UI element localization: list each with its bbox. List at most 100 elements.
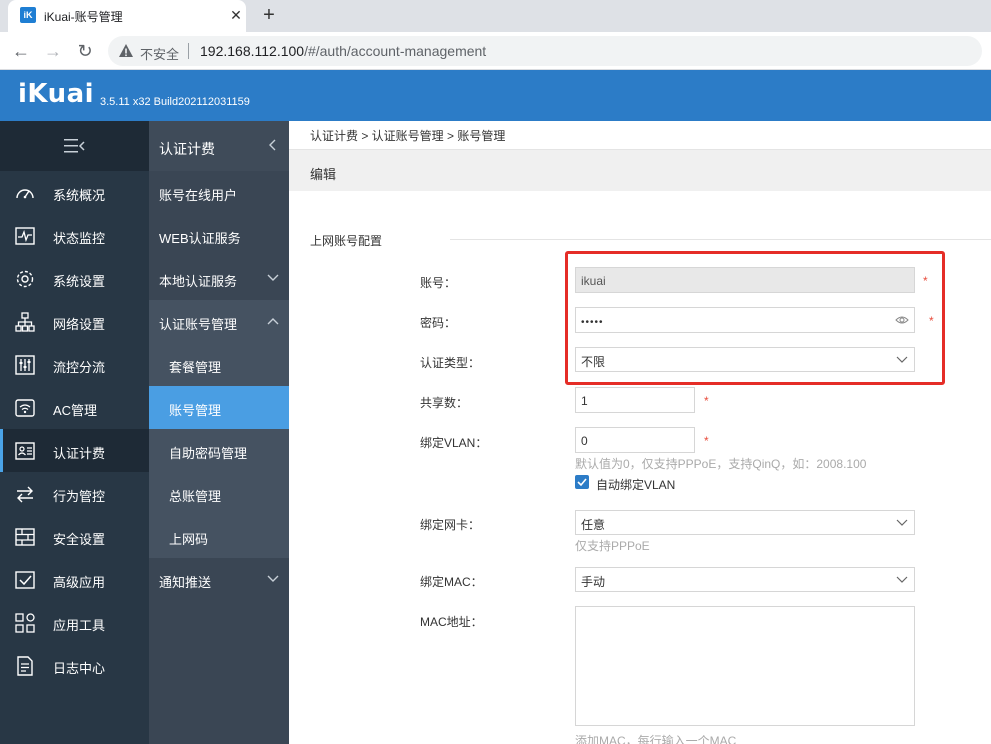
sub-item-notify[interactable]: 通知推送 [149,558,289,601]
warning-triangle-icon [119,44,133,57]
sub-item-account-mgmt[interactable]: 账号管理 [149,386,289,429]
sub-item-label: 套餐管理 [169,360,222,375]
mac-bind-label: 绑定MAC： [420,575,483,589]
auto-vlan-label[interactable]: 自动绑定VLAN [596,476,675,493]
page-title: 编辑 [310,167,337,182]
sidebar-item-logs[interactable]: 日志中心 [0,644,149,687]
sidebar-collapse-button[interactable] [0,121,149,171]
required-mark: * [704,434,709,448]
check-icon [577,478,587,487]
chevron-down-icon [896,576,908,583]
back-arrow-icon[interactable]: ← [10,40,32,62]
section-title: 上网账号配置 [310,234,383,248]
nic-hint: 仅支持PPPoE [575,539,650,553]
sidebar-item-behavior[interactable]: 行为管控 [0,472,149,515]
gear-icon [16,270,34,288]
sub-item-access-code[interactable]: 上网码 [149,515,289,558]
mac-address-label: MAC地址： [420,615,483,629]
sidebar-item-label: 状态监控 [53,231,106,246]
chevron-up-icon [267,318,279,325]
sidebar-item-network[interactable]: 网络设置 [0,300,149,343]
arrows-icon [17,486,33,503]
log-icon [17,656,33,676]
monitor-icon [15,227,35,245]
sub-sidebar-header[interactable]: 认证计费 [149,121,289,171]
sidebar-item-label: 应用工具 [53,618,106,633]
sidebar-item-settings[interactable]: 系统设置 [0,257,149,300]
section-divider [450,239,991,240]
sidebar-item-ac[interactable]: AC管理 [0,386,149,429]
chevron-down-icon [896,519,908,526]
chevron-down-icon [267,575,279,582]
firewall-icon [15,528,35,546]
wifi-icon [15,399,35,417]
tools-icon [15,613,35,633]
browser-tab-bar: iK iKuai-账号管理 ✕ + [0,0,991,32]
close-icon[interactable]: ✕ [228,7,244,23]
sidebar-item-flow[interactable]: 流控分流 [0,343,149,386]
dashboard-icon [16,189,34,199]
sub-item-web-auth[interactable]: WEB认证服务 [149,214,289,257]
new-tab-plus-icon[interactable]: + [258,4,280,26]
share-count-input[interactable]: 1 [575,387,695,413]
sub-item-self-password[interactable]: 自助密码管理 [149,429,289,472]
main-sidebar: 系统概况 状态监控 系统设置 网络设置 流控分流 AC管理 认证计费 行为管控 … [0,121,149,744]
chevron-down-icon [267,274,279,281]
required-mark: * [704,394,709,408]
ikuai-logo: iKuai [18,79,95,109]
chevron-left-icon[interactable] [267,137,279,153]
vlan-input[interactable]: 0 [575,427,695,453]
menu-collapse-icon [64,139,85,153]
mac-address-hint: 添加MAC，每行输入一个MAC [575,734,737,744]
sidebar-item-overview[interactable]: 系统概况 [0,171,149,214]
sub-item-label: 认证账号管理 [159,317,238,332]
sub-item-online-users[interactable]: 账号在线用户 [149,171,289,214]
vlan-hint: 默认值为0，仅支持PPPoE，支持QinQ，如：2008.100 [575,457,867,471]
sidebar-item-monitor[interactable]: 状态监控 [0,214,149,257]
tab-title: iKuai-账号管理 [44,10,123,24]
vlan-label: 绑定VLAN： [420,436,488,450]
auto-vlan-checkbox[interactable] [575,475,589,489]
url-path: /#/auth/account-management [304,43,487,59]
id-card-icon [15,442,35,460]
password-label: 密码： [420,316,457,330]
network-icon [15,312,35,332]
sidebar-item-label: 认证计费 [53,446,106,461]
sidebar-item-label: 网络设置 [53,317,106,332]
sub-item-label: 账号在线用户 [159,188,238,203]
mac-bind-select[interactable]: 手动 [575,567,915,592]
sub-item-ledger[interactable]: 总账管理 [149,472,289,515]
sub-item-package-mgmt[interactable]: 套餐管理 [149,343,289,386]
url-input[interactable]: 不安全 192.168.112.100/#/auth/account-manag… [108,36,982,66]
sliders-icon [15,355,35,375]
mac-address-textarea[interactable] [575,606,915,726]
reload-icon[interactable]: ↻ [74,40,96,62]
sidebar-item-security[interactable]: 安全设置 [0,515,149,558]
sub-sidebar: 认证计费 账号在线用户 WEB认证服务 本地认证服务 认证账号管理 套餐管理 账… [149,121,289,744]
url-divider [188,43,189,59]
sidebar-item-auth-billing[interactable]: 认证计费 [0,429,149,472]
highlight-annotation-box [565,251,945,385]
ikuai-favicon-icon: iK [20,7,36,23]
sub-item-label: 自助密码管理 [169,446,248,461]
sidebar-item-advanced[interactable]: 高级应用 [0,558,149,601]
sidebar-item-label: 高级应用 [53,575,106,590]
main-content: 认证计费 > 认证账号管理 > 账号管理 编辑 上网账号配置 账号： ikuai… [289,121,991,744]
nic-select[interactable]: 任意 [575,510,915,535]
sidebar-item-tools[interactable]: 应用工具 [0,601,149,644]
url-host: 192.168.112.100 [200,43,305,59]
browser-tab[interactable]: iK iKuai-账号管理 ✕ [8,0,246,32]
sidebar-item-label: 安全设置 [53,532,106,547]
sub-item-label: 账号管理 [169,403,222,418]
sub-item-auth-account-mgmt[interactable]: 认证账号管理 [149,300,289,343]
insecure-label: 不安全 [140,47,180,62]
sub-item-local-auth[interactable]: 本地认证服务 [149,257,289,300]
nic-label: 绑定网卡： [420,518,481,532]
sub-item-label: 本地认证服务 [159,274,238,289]
mac-bind-value: 手动 [581,575,606,589]
url-text: 192.168.112.100/#/auth/account-managemen… [200,43,486,59]
sub-item-label: 通知推送 [159,575,212,590]
sidebar-item-label: 行为管控 [53,489,106,504]
forward-arrow-icon[interactable]: → [42,40,64,62]
sidebar-item-label: 流控分流 [53,360,106,375]
